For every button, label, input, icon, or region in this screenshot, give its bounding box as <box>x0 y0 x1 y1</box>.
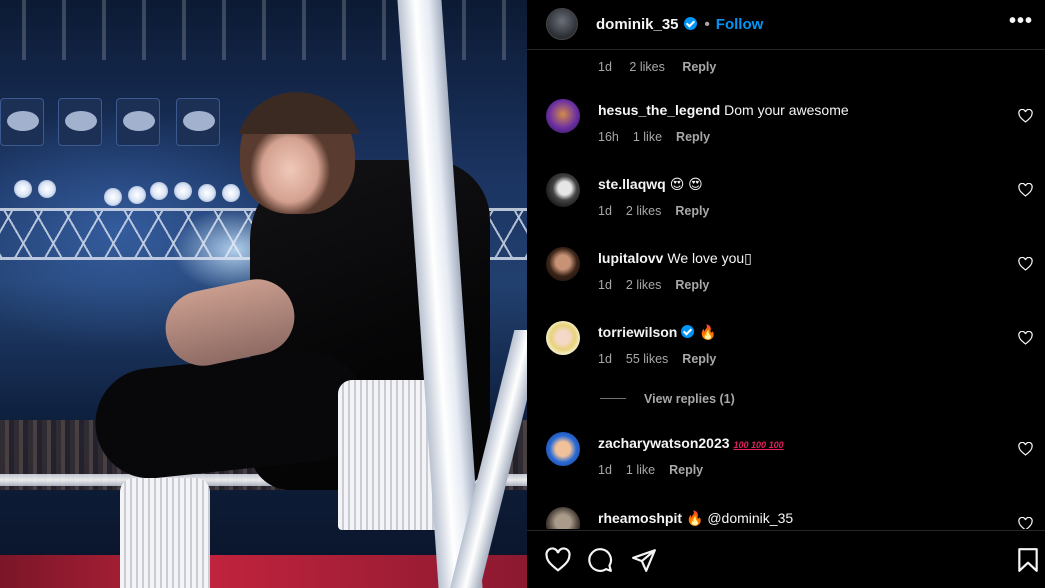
view-replies-label[interactable]: View replies (1) <box>644 392 735 406</box>
avatar[interactable] <box>546 321 580 355</box>
spotlight <box>14 180 32 198</box>
arena-banner <box>58 98 102 146</box>
more-options-icon[interactable]: ••• <box>1009 10 1033 33</box>
comment-body: 100 100 100 <box>733 440 784 450</box>
comment-time: 1d <box>598 204 612 218</box>
heart-icon[interactable] <box>545 547 571 573</box>
list-item: torriewilson 🔥 1d 55 likes Reply <box>527 321 1045 391</box>
comment-time: 16h <box>598 130 619 144</box>
comment-body: 😍 😍 <box>669 176 703 192</box>
reply-button[interactable]: Reply <box>675 278 709 292</box>
post-header: dominik_35 • Follow ••• <box>527 0 1045 50</box>
view-replies-button[interactable]: View replies (1) <box>600 392 735 406</box>
comment-meta: 1d 1 like Reply <box>598 463 717 477</box>
list-item: ste.llaqwq 😍 😍 1d 2 likes Reply <box>527 173 1045 243</box>
heart-icon[interactable] <box>1018 442 1033 456</box>
post-photo[interactable] <box>0 0 527 588</box>
comment-body: Dom your awesome <box>724 102 849 118</box>
stadium-lights <box>0 0 527 60</box>
avatar[interactable] <box>546 8 578 40</box>
comment-time: 1d <box>598 352 612 366</box>
comment-likes[interactable]: 1 like <box>626 463 655 477</box>
author-line: dominik_35 • Follow <box>596 16 763 33</box>
comment-username[interactable]: rheamoshpit <box>598 510 682 526</box>
comment-body: We love you▯ <box>667 250 752 266</box>
comments-panel: dominik_35 • Follow ••• 1d 2 likes Reply h… <box>527 0 1045 588</box>
avatar[interactable] <box>546 507 580 529</box>
send-icon[interactable] <box>631 547 657 573</box>
reply-button[interactable]: Reply <box>669 463 703 477</box>
list-item: lupitalovv We love you▯ 1d 2 likes Reply <box>527 247 1045 317</box>
spotlight <box>104 188 122 206</box>
comment-likes[interactable]: 2 likes <box>626 278 661 292</box>
heart-icon[interactable] <box>1018 517 1033 529</box>
comment-username[interactable]: ste.llaqwq <box>598 176 666 192</box>
reply-button[interactable]: Reply <box>675 204 709 218</box>
reply-button[interactable]: Reply <box>682 60 716 74</box>
comment-text: torriewilson 🔥 <box>598 324 717 341</box>
spotlight <box>174 182 192 200</box>
heart-icon[interactable] <box>1018 109 1033 123</box>
comment-body: 🔥 <box>699 324 717 340</box>
avatar[interactable] <box>546 432 580 466</box>
bookmark-icon[interactable] <box>1015 547 1041 573</box>
comment-username[interactable]: torriewilson <box>598 324 677 340</box>
separator: • <box>704 16 710 33</box>
avatar[interactable] <box>546 173 580 207</box>
list-item: hesus_the_legend Dom your awesome 16h 1 li… <box>527 99 1045 169</box>
list-item: zacharywatson2023 100 100 100 1d 1 like Rep… <box>527 432 1045 502</box>
comment-username[interactable]: lupitalovv <box>598 250 663 266</box>
comment-meta: 1d 2 likes Reply <box>598 278 723 292</box>
spotlight <box>150 182 168 200</box>
comment-likes[interactable]: 2 likes <box>629 60 664 74</box>
comment-likes[interactable]: 55 likes <box>626 352 668 366</box>
follow-button[interactable]: Follow <box>716 16 764 33</box>
comment-likes[interactable]: 2 likes <box>626 204 661 218</box>
comment-meta: 1d 55 likes Reply <box>598 352 730 366</box>
arena-banner <box>116 98 160 146</box>
comment-text: zacharywatson2023 100 100 100 <box>598 435 788 451</box>
spotlight <box>198 184 216 202</box>
reply-button[interactable]: Reply <box>682 352 716 366</box>
comment-body: 🔥 @dominik_35 <box>686 510 794 526</box>
arena-banner <box>176 98 220 146</box>
comment-icon[interactable] <box>587 547 613 573</box>
comment-time: 1d <box>598 463 612 477</box>
comment-username[interactable]: zacharywatson2023 <box>598 435 730 451</box>
comment-meta: 1d 2 likes Reply <box>598 60 730 74</box>
comment-text: hesus_the_legend Dom your awesome <box>598 102 849 118</box>
list-item: rheamoshpit 🔥 @dominik_35 <box>527 507 1045 529</box>
avatar[interactable] <box>546 99 580 133</box>
action-bar <box>527 530 1045 588</box>
verified-badge-icon <box>681 325 695 338</box>
verified-badge-icon <box>683 17 697 30</box>
reply-button[interactable]: Reply <box>676 130 710 144</box>
author-username[interactable]: dominik_35 <box>596 16 679 33</box>
divider <box>600 398 626 399</box>
comment-likes[interactable]: 1 like <box>633 130 662 144</box>
heart-icon[interactable] <box>1018 183 1033 197</box>
comment-text: ste.llaqwq 😍 😍 <box>598 176 703 193</box>
comment-time: 1d <box>598 278 612 292</box>
arena-banner <box>0 98 44 146</box>
wrestler-hair <box>236 92 366 242</box>
comment-time: 1d <box>598 60 612 74</box>
comment-meta: 16h 1 like Reply <box>598 130 724 144</box>
comment-text: rheamoshpit 🔥 @dominik_35 <box>598 510 793 527</box>
comment-meta: 1d 2 likes Reply <box>598 204 723 218</box>
comment-username[interactable]: hesus_the_legend <box>598 102 720 118</box>
heart-icon[interactable] <box>1018 257 1033 271</box>
fringe-boot <box>120 478 210 588</box>
spotlight <box>38 180 56 198</box>
fringe-boot <box>338 380 438 530</box>
comment-text: lupitalovv We love you▯ <box>598 250 752 267</box>
spotlight <box>128 186 146 204</box>
heart-icon[interactable] <box>1018 331 1033 345</box>
comment-list[interactable]: 1d 2 likes Reply hesus_the_legend Dom you… <box>527 51 1045 529</box>
avatar[interactable] <box>546 247 580 281</box>
